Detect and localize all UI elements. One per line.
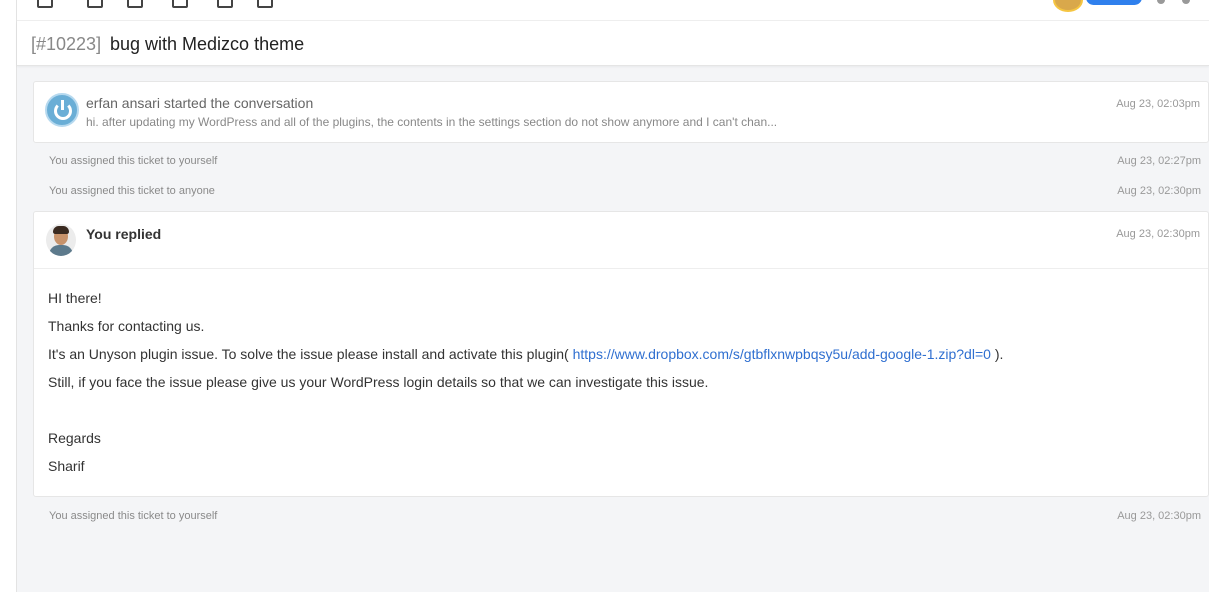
next-ticket-icon[interactable] bbox=[1182, 0, 1190, 4]
reply-card: You replied Aug 23, 02:30pm HI there! Th… bbox=[33, 211, 1209, 497]
event-assigned-self: You assigned this ticket to yourself bbox=[49, 155, 218, 167]
reply-thanks: Thanks for contacting us. bbox=[48, 318, 205, 334]
reply-timestamp: Aug 23, 02:30pm bbox=[1116, 228, 1200, 240]
customer-avatar bbox=[45, 93, 79, 127]
conversation-start-card[interactable]: erfan ansari started the conversation hi… bbox=[33, 81, 1209, 143]
event-timestamp: Aug 23, 02:30pm bbox=[1117, 185, 1201, 197]
prev-ticket-icon[interactable] bbox=[1157, 0, 1165, 4]
top-toolbar bbox=[17, 0, 1209, 21]
plugin-download-link[interactable]: https://www.dropbox.com/s/gtbflxnwpbqsy5… bbox=[573, 346, 991, 362]
reply-spacer bbox=[48, 402, 1003, 430]
event-timestamp: Aug 23, 02:27pm bbox=[1117, 155, 1201, 167]
conversation-timestamp: Aug 23, 02:03pm bbox=[1116, 98, 1200, 110]
archive-icon[interactable] bbox=[172, 0, 188, 8]
reply-issue-line: It's an Unyson plugin issue. To solve th… bbox=[48, 346, 1003, 374]
reply-followup: Still, if you face the issue please give… bbox=[48, 374, 709, 390]
event-assigned-self: You assigned this ticket to yourself bbox=[49, 510, 218, 522]
left-gutter bbox=[0, 0, 17, 592]
primary-action-button[interactable] bbox=[1086, 0, 1142, 5]
priority-icon[interactable] bbox=[127, 0, 143, 8]
ticket-title: bug with Medizco theme bbox=[110, 34, 305, 54]
reply-greeting: HI there! bbox=[48, 290, 102, 306]
back-icon[interactable] bbox=[37, 0, 53, 8]
more-icon[interactable] bbox=[257, 0, 273, 8]
reply-author: You replied bbox=[86, 226, 162, 242]
tag-icon[interactable] bbox=[87, 0, 103, 8]
agent-avatar[interactable] bbox=[1053, 0, 1083, 12]
ticket-id: [#10223] bbox=[31, 34, 102, 54]
conversation-author: erfan ansari started the conversation bbox=[86, 95, 314, 111]
reply-header: You replied Aug 23, 02:30pm bbox=[34, 212, 1208, 269]
conversation-preview: hi. after updating my WordPress and all … bbox=[86, 115, 778, 129]
reply-issue-text: It's an Unyson plugin issue. To solve th… bbox=[48, 346, 569, 362]
agent-photo-avatar bbox=[46, 224, 76, 256]
reply-issue-suffix: ). bbox=[994, 346, 1004, 362]
event-assigned-anyone: You assigned this ticket to anyone bbox=[49, 185, 215, 197]
ticket-header: [#10223] bug with Medizco theme bbox=[17, 21, 1209, 66]
reply-body: HI there! Thanks for contacting us. It's… bbox=[48, 290, 1003, 486]
reply-signature: Sharif bbox=[48, 458, 85, 474]
event-timestamp: Aug 23, 02:30pm bbox=[1117, 510, 1201, 522]
reply-regards: Regards bbox=[48, 430, 101, 446]
copy-icon[interactable] bbox=[217, 0, 233, 8]
